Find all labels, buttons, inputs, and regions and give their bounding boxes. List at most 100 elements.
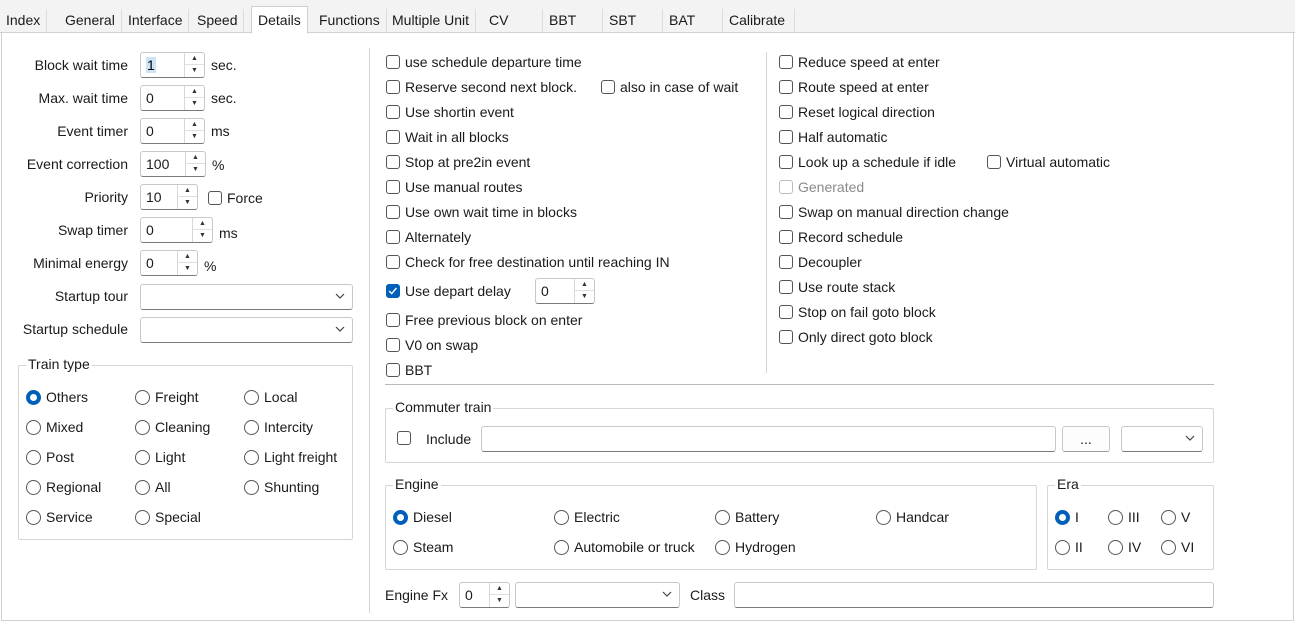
radio-diesel[interactable]: Diesel <box>393 509 452 525</box>
free-previous-checkbox[interactable]: Free previous block on enter <box>386 312 582 328</box>
engine-fx-combo[interactable] <box>515 582 680 608</box>
radio-cleaning[interactable]: Cleaning <box>135 419 210 435</box>
manual-routes-checkbox[interactable]: Use manual routes <box>386 179 523 195</box>
startup-schedule-combo[interactable] <box>140 317 353 343</box>
route-speed-checkbox[interactable]: Route speed at enter <box>779 79 929 95</box>
virtual-auto-checkbox[interactable]: Virtual automatic <box>987 154 1110 170</box>
spin-up-icon[interactable]: ▲ <box>178 251 197 263</box>
radio-era-ii[interactable]: II <box>1055 539 1083 555</box>
radio-era-vi[interactable]: VI <box>1161 539 1194 555</box>
tab-calibrate[interactable]: Calibrate <box>723 9 795 33</box>
schedule-departure-checkbox[interactable]: use schedule departure time <box>386 54 582 70</box>
class-input[interactable] <box>734 582 1214 608</box>
spin-down-icon[interactable]: ▼ <box>178 197 197 209</box>
radio-handcar[interactable]: Handcar <box>876 509 949 525</box>
minimal-energy-spin[interactable]: 0 ▲ ▼ <box>140 250 198 276</box>
shortin-checkbox[interactable]: Use shortin event <box>386 104 514 120</box>
spin-up-icon[interactable]: ▲ <box>575 279 594 291</box>
alternately-checkbox[interactable]: Alternately <box>386 229 471 245</box>
radio-electric[interactable]: Electric <box>554 509 620 525</box>
commuter-combo[interactable] <box>1121 426 1203 452</box>
half-auto-checkbox[interactable]: Half automatic <box>779 129 887 145</box>
spin-down-icon[interactable]: ▼ <box>185 131 204 143</box>
commuter-browse-button[interactable]: ... <box>1062 426 1110 452</box>
swap-manual-checkbox[interactable]: Swap on manual direction change <box>779 204 1009 220</box>
event-timer-spin[interactable]: 0 ▲ ▼ <box>140 118 205 144</box>
spin-down-icon[interactable]: ▼ <box>490 595 509 607</box>
tab-index[interactable]: Index <box>0 9 48 33</box>
lookup-schedule-checkbox[interactable]: Look up a schedule if idle <box>779 154 956 170</box>
tab-general[interactable]: General <box>59 9 122 33</box>
own-wait-checkbox[interactable]: Use own wait time in blocks <box>386 204 577 220</box>
radio-local[interactable]: Local <box>244 389 297 405</box>
reset-logical-checkbox[interactable]: Reset logical direction <box>779 104 935 120</box>
tab-interface[interactable]: Interface <box>122 9 190 33</box>
wait-all-checkbox[interactable]: Wait in all blocks <box>386 129 509 145</box>
radio-post[interactable]: Post <box>26 449 74 465</box>
reserve-second-checkbox[interactable]: Reserve second next block. <box>386 79 577 95</box>
radio-others[interactable]: Others <box>26 389 88 405</box>
only-direct-checkbox[interactable]: Only direct goto block <box>779 329 933 345</box>
max-wait-spin[interactable]: 0 ▲ ▼ <box>140 85 205 111</box>
radio-intercity[interactable]: Intercity <box>244 419 313 435</box>
spin-up-icon[interactable]: ▲ <box>490 583 509 595</box>
tab-sbt[interactable]: SBT <box>603 9 663 33</box>
radio-battery[interactable]: Battery <box>715 509 779 525</box>
radio-regional[interactable]: Regional <box>26 479 101 495</box>
spin-down-icon[interactable]: ▼ <box>186 164 205 176</box>
tab-speed[interactable]: Speed <box>191 9 245 33</box>
tab-functions[interactable]: Functions <box>313 9 387 33</box>
radio-mixed[interactable]: Mixed <box>26 419 83 435</box>
engine-fx-spin[interactable]: 0 ▲ ▼ <box>459 582 510 608</box>
radio-era-iv[interactable]: IV <box>1108 539 1141 555</box>
tab-cv[interactable]: CV <box>483 9 543 33</box>
spin-down-icon[interactable]: ▼ <box>178 263 197 275</box>
reduce-speed-checkbox[interactable]: Reduce speed at enter <box>779 54 940 70</box>
v0-swap-checkbox[interactable]: V0 on swap <box>386 337 478 353</box>
radio-hydrogen[interactable]: Hydrogen <box>715 539 796 555</box>
also-wait-checkbox[interactable]: also in case of wait <box>601 79 738 95</box>
spin-down-icon[interactable]: ▼ <box>185 65 204 77</box>
spin-up-icon[interactable]: ▲ <box>193 218 212 230</box>
spin-up-icon[interactable]: ▲ <box>185 53 204 65</box>
tab-details[interactable]: Details <box>251 6 308 34</box>
radio-era-iii[interactable]: III <box>1108 509 1140 525</box>
decoupler-checkbox[interactable]: Decoupler <box>779 254 862 270</box>
radio-light[interactable]: Light <box>135 449 185 465</box>
tab-bbt[interactable]: BBT <box>543 9 603 33</box>
radio-service[interactable]: Service <box>26 509 93 525</box>
spin-up-icon[interactable]: ▲ <box>178 185 197 197</box>
route-stack-checkbox[interactable]: Use route stack <box>779 279 895 295</box>
radio-special[interactable]: Special <box>135 509 201 525</box>
tab-multiple-unit[interactable]: Multiple Unit <box>386 9 477 33</box>
depart-delay-checkbox[interactable]: Use depart delay <box>386 283 511 299</box>
bbt-checkbox[interactable]: BBT <box>386 362 432 378</box>
event-correction-spin[interactable]: 100 ▲ ▼ <box>140 151 206 177</box>
radio-era-i[interactable]: I <box>1055 509 1079 525</box>
stop-fail-checkbox[interactable]: Stop on fail goto block <box>779 304 936 320</box>
include-checkbox[interactable] <box>397 431 416 445</box>
radio-all[interactable]: All <box>135 479 171 495</box>
spin-down-icon[interactable]: ▼ <box>193 230 212 242</box>
priority-spin[interactable]: 10 ▲ ▼ <box>140 184 198 210</box>
radio-light-freight[interactable]: Light freight <box>244 449 337 465</box>
depart-delay-spin[interactable]: 0 ▲ ▼ <box>535 278 595 304</box>
radio-automobile[interactable]: Automobile or truck <box>554 539 695 555</box>
spin-up-icon[interactable]: ▲ <box>186 152 205 164</box>
radio-freight[interactable]: Freight <box>135 389 199 405</box>
spin-down-icon[interactable]: ▼ <box>185 98 204 110</box>
spin-up-icon[interactable]: ▲ <box>185 86 204 98</box>
radio-steam[interactable]: Steam <box>393 539 453 555</box>
spin-up-icon[interactable]: ▲ <box>185 119 204 131</box>
startup-tour-combo[interactable] <box>140 284 353 310</box>
stop-pre2in-checkbox[interactable]: Stop at pre2in event <box>386 154 530 170</box>
check-free-checkbox[interactable]: Check for free destination until reachin… <box>386 254 670 270</box>
radio-era-v[interactable]: V <box>1161 509 1190 525</box>
force-checkbox[interactable]: Force <box>208 190 263 206</box>
swap-timer-spin[interactable]: 0 ▲ ▼ <box>140 217 213 243</box>
spin-down-icon[interactable]: ▼ <box>575 291 594 303</box>
radio-shunting[interactable]: Shunting <box>244 479 319 495</box>
commuter-train-input[interactable] <box>481 426 1056 452</box>
record-schedule-checkbox[interactable]: Record schedule <box>779 229 903 245</box>
block-wait-spin[interactable]: 1 ▲ ▼ <box>140 52 205 78</box>
